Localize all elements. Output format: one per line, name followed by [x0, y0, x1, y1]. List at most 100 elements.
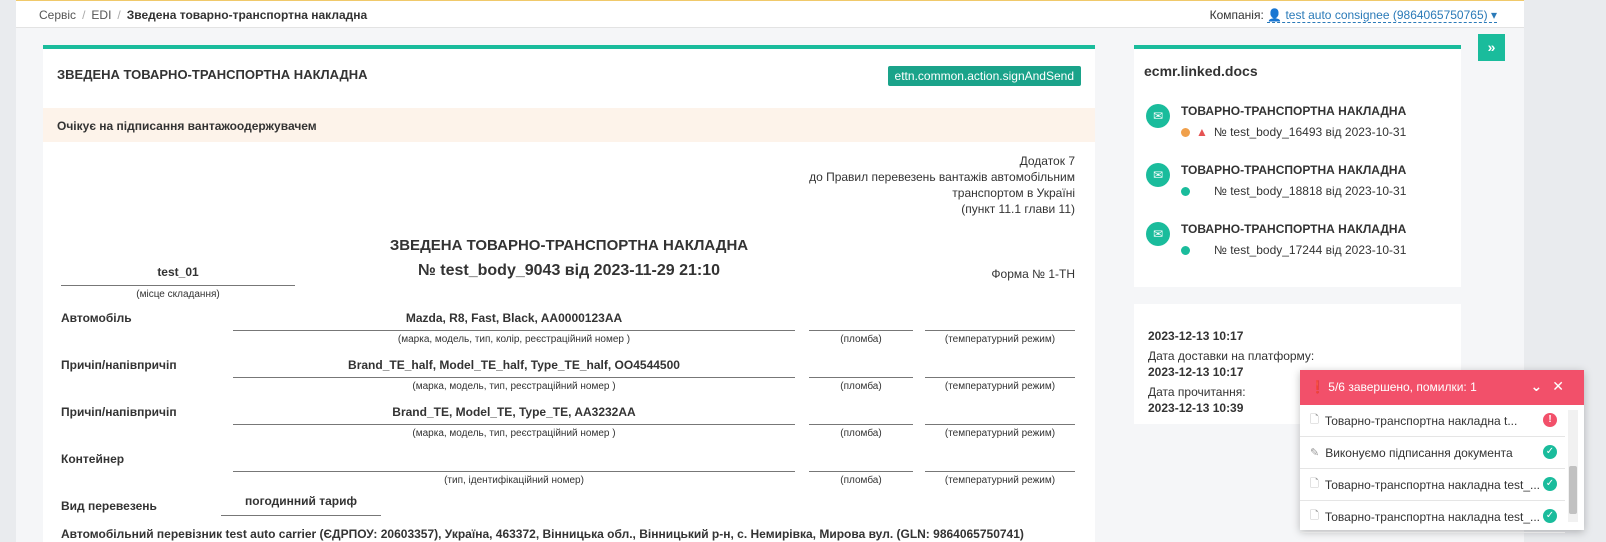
warning-icon: ▲: [1196, 125, 1208, 139]
top-bar: Сервіс / EDI / Зведена товарно-транспорт…: [16, 0, 1524, 28]
temperature-caption: (температурний режим): [944, 334, 1056, 345]
document-card: ЗВЕДЕНА ТОВАРНО-ТРАНСПОРТНА НАКЛАДНА ett…: [43, 45, 1095, 542]
breadcrumb-current: Зведена товарно-транспортна накладна: [126, 8, 368, 22]
expand-panel-button[interactable]: »: [1478, 34, 1505, 61]
linked-doc-number: № test_body_16493 від 2023-10-31: [1213, 125, 1407, 139]
read-date: 2023-12-13 10:39: [1148, 401, 1244, 415]
file-icon: 🗋: [1310, 510, 1319, 522]
document-title: ЗВЕДЕНА ТОВАРНО-ТРАНСПОРТНА НАКЛАДНА: [389, 237, 749, 254]
linked-docs-panel: ecmr.linked.docs ✉ ТОВАРНО-ТРАНСПОРТНА Н…: [1134, 45, 1461, 287]
close-toast-button[interactable]: ✕: [1552, 378, 1574, 394]
temperature-caption: (температурний режим): [944, 381, 1056, 392]
company-dropdown[interactable]: 👤 test auto consignee (9864065750765) ▾: [1267, 8, 1497, 23]
place-caption: (місце складання): [136, 289, 220, 300]
container-value: [233, 452, 795, 472]
linked-docs-title: ecmr.linked.docs: [1144, 63, 1258, 79]
trailer-half-caption: (марка, модель, тип, реєстраційний номер…: [412, 381, 616, 392]
scrollbar-thumb[interactable]: [1569, 466, 1577, 514]
container-caption: (тип, ідентифікаційний номер): [444, 475, 584, 486]
annex-line: (пункт 11.1 глави 11): [961, 202, 1075, 216]
seal-caption: (пломба): [840, 381, 882, 392]
trailer-label: Причіп/напівпричіп: [61, 405, 177, 419]
success-status-icon: ✓: [1543, 445, 1557, 459]
temperature-field: [925, 358, 1075, 378]
temperature-field: [925, 311, 1075, 331]
envelope-icon: ✉: [1146, 222, 1170, 246]
linked-doc-ref: № test_body_17244 від 2023-10-31: [1181, 243, 1406, 257]
toast-item[interactable]: 🗋 Товарно-транспортна накладна test_... …: [1300, 501, 1565, 533]
annex-line: Додаток 7: [1019, 154, 1075, 168]
toast-item-text: Товарно-транспортна накладна test_...: [1324, 477, 1541, 492]
seal-caption: (пломба): [840, 475, 882, 486]
linked-doc-number: № test_body_17244 від 2023-10-31: [1214, 243, 1407, 257]
status-dot: [1181, 186, 1190, 196]
caret-down-icon: ▾: [1490, 8, 1497, 22]
seal-field: [809, 358, 913, 378]
breadcrumb-edi[interactable]: EDI: [91, 8, 111, 22]
document-header-title: ЗВЕДЕНА ТОВАРНО-ТРАНСПОРТНА НАКЛАДНА: [57, 67, 368, 82]
created-date: 2023-12-13 10:17: [1148, 329, 1244, 343]
vehicle-value: Mazda, R8, Fast, Black, AA0000123AA: [233, 311, 795, 331]
breadcrumb-separator: /: [82, 8, 86, 22]
toast-header: ❗ 5/6 завершено, помилки: 1 ⌄✕: [1300, 370, 1584, 405]
annex-note: Додаток 7 до Правил перевезень вантажів …: [809, 153, 1075, 217]
toast-item[interactable]: 🗋 Товарно-транспортна накладна test_... …: [1300, 469, 1565, 501]
seal-caption: (пломба): [840, 428, 882, 439]
toast-scrollbar[interactable]: [1568, 410, 1578, 522]
company-label: Компанія:: [1209, 8, 1264, 22]
envelope-icon: ✉: [1146, 104, 1170, 128]
seal-field: [809, 311, 913, 331]
success-status-icon: ✓: [1543, 509, 1557, 523]
collapse-toast-button[interactable]: ⌄: [1531, 378, 1553, 394]
linked-doc-name: ТОВАРНО-ТРАНСПОРТНА НАКЛАДНА: [1181, 104, 1407, 118]
linked-doc-ref: ▲ № test_body_16493 від 2023-10-31: [1181, 125, 1406, 139]
breadcrumb-service[interactable]: Сервіс: [39, 8, 76, 22]
toast-item[interactable]: ✎ Виконуємо підписання документа ✓: [1300, 437, 1565, 469]
company-selector: Компанія: 👤 test auto consignee (9864065…: [1209, 8, 1497, 23]
toast-item-text: Товарно-транспортна накладна t...: [1324, 413, 1518, 428]
toast-summary: 5/6 завершено, помилки: 1: [1328, 380, 1477, 394]
transport-type-value: погодинний тариф: [221, 494, 381, 516]
breadcrumb: Сервіс / EDI / Зведена товарно-транспорт…: [39, 8, 367, 22]
breadcrumb-separator: /: [117, 8, 121, 22]
linked-doc-name: ТОВАРНО-ТРАНСПОРТНА НАКЛАДНА: [1181, 163, 1407, 177]
form-number: Форма № 1-ТН: [991, 267, 1075, 281]
pencil-icon: ✎: [1310, 447, 1320, 459]
toast-item[interactable]: 🗋 Товарно-транспортна накладна t... !: [1300, 405, 1565, 437]
delivery-date: 2023-12-13 10:17: [1148, 365, 1244, 379]
vehicle-caption: (марка, модель, тип, колір, реєстраційни…: [397, 334, 631, 345]
temperature-caption: (температурний режим): [944, 475, 1056, 486]
toast-list: 🗋 Товарно-транспортна накладна t... ! ✎ …: [1300, 405, 1565, 533]
vehicle-label: Автомобіль: [61, 311, 132, 325]
linked-doc-ref: № test_body_18818 від 2023-10-31: [1181, 184, 1406, 198]
transport-type-label: Вид перевезень: [61, 499, 157, 513]
trailer-half-value: Brand_TE_half, Model_TE_half, Type_TE_ha…: [233, 358, 795, 378]
success-status-icon: ✓: [1543, 477, 1557, 491]
error-status-icon: !: [1543, 413, 1557, 427]
container-label: Контейнер: [61, 452, 125, 466]
status-banner: Очікує на підписання вантажоодержувачем: [43, 108, 1095, 142]
linked-doc-name: ТОВАРНО-ТРАНСПОРТНА НАКЛАДНА: [1181, 222, 1407, 236]
seal-field: [809, 452, 913, 472]
linked-doc-number: № test_body_18818 від 2023-10-31: [1214, 184, 1407, 198]
trailer-value: Brand_TE, Model_TE, Type_TE, AA3232AA: [233, 405, 795, 425]
status-dot: [1181, 245, 1190, 255]
read-label: Дата прочитання:: [1148, 385, 1246, 399]
delivery-label: Дата доставки на платформу:: [1148, 349, 1315, 363]
temperature-caption: (температурний режим): [944, 428, 1056, 439]
carrier-row: Автомобільний перевізник test auto carri…: [61, 527, 1024, 541]
sign-and-send-button[interactable]: ettn.common.action.signAndSend: [887, 66, 1081, 86]
toast-item-text: Товарно-транспортна накладна test_...: [1324, 509, 1541, 524]
annex-line: транспортом в Україні: [952, 186, 1075, 200]
envelope-icon: ✉: [1146, 163, 1170, 187]
error-icon: ❗: [1310, 380, 1325, 394]
seal-caption: (пломба): [840, 334, 882, 345]
file-icon: 🗋: [1310, 478, 1319, 490]
trailer-half-label: Причіп/напівпричіп: [61, 358, 177, 372]
progress-toast: ❗ 5/6 завершено, помилки: 1 ⌄✕ 🗋 Товарно…: [1300, 370, 1584, 533]
trailer-caption: (марка, модель, тип, реєстраційний номер…: [412, 428, 616, 439]
temperature-field: [925, 452, 1075, 472]
file-icon: 🗋: [1310, 414, 1319, 426]
company-value: test auto consignee (9864065750765): [1285, 8, 1488, 22]
temperature-field: [925, 405, 1075, 425]
